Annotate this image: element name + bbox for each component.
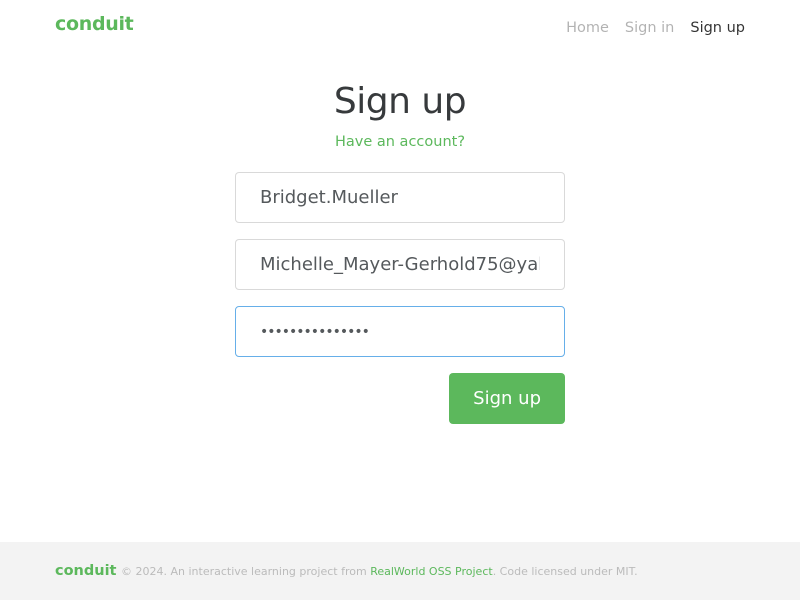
page-title: Sign up bbox=[333, 81, 467, 122]
username-input[interactable] bbox=[235, 172, 565, 223]
footer-attribution: © 2024. An interactive learning project … bbox=[121, 565, 638, 578]
nav-link-home[interactable]: Home bbox=[566, 20, 609, 36]
footer: conduit © 2024. An interactive learning … bbox=[0, 542, 800, 600]
nav-link-sign-up[interactable]: Sign up bbox=[690, 20, 745, 36]
auth-form: Sign up Have an account? Sign up bbox=[235, 76, 565, 424]
footer-logo[interactable]: conduit bbox=[55, 563, 116, 579]
nav-item-sign-in: Sign in bbox=[625, 17, 674, 36]
page: conduit Home Sign in Sign up Sign up Hav… bbox=[0, 0, 800, 600]
nav-links: Home Sign in Sign up bbox=[566, 17, 745, 36]
footer-text-after: . Code licensed under MIT. bbox=[492, 565, 638, 578]
nav-link-sign-in[interactable]: Sign in bbox=[625, 20, 674, 36]
have-account-link[interactable]: Have an account? bbox=[335, 134, 465, 150]
nav-item-home: Home bbox=[566, 17, 609, 36]
sign-up-button[interactable]: Sign up bbox=[449, 373, 565, 424]
nav-item-sign-up: Sign up bbox=[690, 17, 745, 36]
footer-text-before: © 2024. An interactive learning project … bbox=[121, 565, 371, 578]
navbar: conduit Home Sign in Sign up bbox=[0, 0, 800, 56]
password-input[interactable] bbox=[235, 306, 565, 357]
footer-realworld-link[interactable]: RealWorld OSS Project bbox=[370, 565, 493, 578]
brand-logo[interactable]: conduit bbox=[55, 13, 134, 35]
email-input[interactable] bbox=[235, 239, 565, 290]
